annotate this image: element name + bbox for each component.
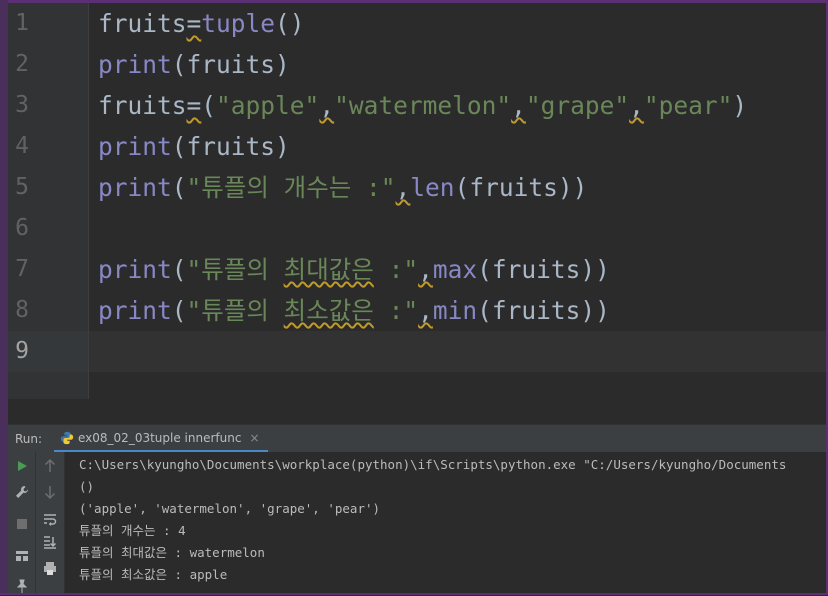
code-token: fruits xyxy=(98,91,187,120)
code-token: ( xyxy=(201,91,217,120)
run-tab-label: ex08_02_03tuple innerfunc xyxy=(78,430,242,445)
console-line: () xyxy=(79,479,95,494)
keyword-token: print xyxy=(98,296,172,325)
gutter-separator xyxy=(88,3,89,399)
line-number: 5 xyxy=(15,174,29,200)
line-number: 2 xyxy=(15,51,29,77)
line-number: 7 xyxy=(15,256,29,282)
code-token: (fruits)) xyxy=(454,173,588,202)
string-token: "watermelon" xyxy=(334,91,512,120)
code-token: , xyxy=(418,296,433,325)
code-token: , xyxy=(629,91,644,120)
code-token: (fruits)) xyxy=(477,296,610,325)
window-frame-left xyxy=(0,0,8,595)
code-token: ( xyxy=(171,255,187,284)
wrench-icon[interactable] xyxy=(12,482,32,502)
keyword-token: print xyxy=(98,255,172,284)
code-token: , xyxy=(319,91,335,120)
code-token: (fruits)) xyxy=(477,255,610,284)
scroll-to-end-icon[interactable] xyxy=(40,532,60,552)
string-token: "apple" xyxy=(216,91,320,120)
code-token: , xyxy=(511,91,526,120)
keyword-token: print xyxy=(98,50,172,79)
code-text: print(fruits) xyxy=(98,126,290,167)
keyword-token: min xyxy=(432,296,478,325)
run-icon[interactable] xyxy=(12,456,32,476)
code-text: print("튜플의 개수는 :",len(fruits)) xyxy=(98,167,587,208)
string-token: "튜플의 xyxy=(186,296,284,325)
run-panel: C:\Users\kyungho\Documents\workplace(pyt… xyxy=(8,452,826,593)
keyword-token: len xyxy=(410,173,455,202)
down-arrow-icon[interactable] xyxy=(40,482,60,502)
string-token: 최대값은 xyxy=(283,255,374,284)
console-line: C:\Users\kyungho\Documents\workplace(pyt… xyxy=(79,457,787,472)
code-token: (fruits) xyxy=(171,132,290,161)
string-token: 최소값은 xyxy=(283,296,374,325)
code-token: , xyxy=(395,173,411,202)
keyword-token: print xyxy=(98,173,172,202)
stop-icon[interactable] xyxy=(12,514,32,534)
code-token: = xyxy=(186,9,202,38)
console-line: 튜플의 최소값은 : apple xyxy=(79,567,228,582)
code-editor[interactable]: 1 fruits=tuple() 2 print(fruits) 3 fruits=("a… xyxy=(8,3,826,399)
console-toolbar xyxy=(36,452,65,593)
code-token: fruits xyxy=(98,9,187,38)
code-text: print(fruits) xyxy=(98,44,290,85)
code-token: , xyxy=(418,255,433,284)
code-token: = xyxy=(186,91,202,120)
run-panel-title: Run: xyxy=(15,432,43,446)
string-token: :" xyxy=(373,255,419,284)
console-line: ('apple', 'watermelon', 'grape', 'pear') xyxy=(79,501,381,516)
code-token: ) xyxy=(732,91,748,120)
code-text: fruits=tuple() xyxy=(98,3,305,44)
python-file-icon xyxy=(60,431,74,444)
line-number: 8 xyxy=(15,297,29,323)
line-number: 9 xyxy=(15,338,29,364)
string-token: "pear" xyxy=(643,91,733,120)
code-token: ( xyxy=(171,296,187,325)
up-arrow-icon[interactable] xyxy=(40,456,60,476)
keyword-token: tuple xyxy=(201,9,276,38)
run-toolbar: Run: ex08_02_03tuple innerfunc × xyxy=(8,424,826,453)
line-number: 3 xyxy=(15,92,29,118)
pin-icon[interactable] xyxy=(12,576,32,596)
code-text: fruits=("apple","watermelon","grape","pe… xyxy=(98,85,747,126)
run-tab[interactable]: ex08_02_03tuple innerfunc × xyxy=(54,425,268,453)
string-token: :" xyxy=(373,296,419,325)
line-number: 1 xyxy=(15,10,29,36)
string-token: "튜플의 xyxy=(186,255,284,284)
line-number: 4 xyxy=(15,133,29,159)
keyword-token: print xyxy=(98,132,172,161)
code-text: print("튜플의 최대값은 :",max(fruits)) xyxy=(98,249,610,290)
console-line: 튜플의 최대값은 : watermelon xyxy=(79,545,265,560)
code-token: () xyxy=(275,9,305,38)
keyword-token: max xyxy=(432,255,478,284)
close-tab-icon[interactable]: × xyxy=(249,431,259,445)
print-icon[interactable] xyxy=(40,558,60,578)
layout-icon[interactable] xyxy=(12,546,32,566)
soft-wrap-icon[interactable] xyxy=(40,509,60,529)
code-token: ( xyxy=(171,173,187,202)
line-number: 6 xyxy=(15,215,29,241)
code-token: (fruits) xyxy=(171,50,290,79)
console-output[interactable]: C:\Users\kyungho\Documents\workplace(pyt… xyxy=(79,454,786,586)
string-token: "grape" xyxy=(525,91,630,120)
run-actions-toolbar xyxy=(8,452,36,593)
code-text: print("튜플의 최소값은 :",min(fruits)) xyxy=(98,290,610,331)
console-line: 튜플의 개수는 : 4 xyxy=(79,523,186,538)
current-line-highlight xyxy=(8,331,826,372)
string-token: "튜플의 개수는 :" xyxy=(186,173,396,202)
